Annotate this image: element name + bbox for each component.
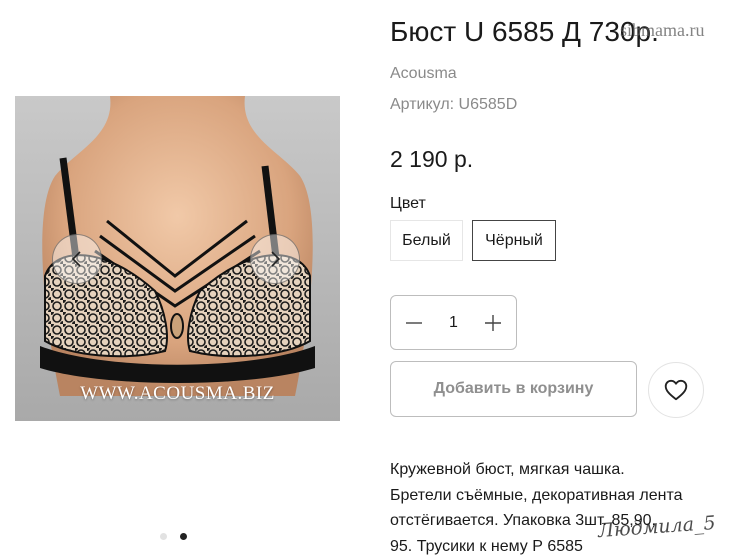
color-label: Цвет: [390, 195, 426, 212]
quantity-increase-button[interactable]: [483, 313, 503, 333]
site-watermark: sibmama.ru: [620, 20, 705, 40]
product-price: 2 190 р.: [390, 146, 474, 172]
color-option-white[interactable]: Белый: [390, 220, 463, 261]
heart-icon: [664, 379, 688, 401]
quantity-stepper: 1: [390, 295, 517, 350]
gallery-next-button[interactable]: [250, 234, 300, 284]
chevron-left-icon: [71, 251, 81, 267]
photo-watermark: WWW.ACOUSMA.BIZ: [80, 383, 275, 404]
gallery-pagination: [160, 533, 187, 540]
product-description: Кружевной бюст, мягкая чашка. Бретели съ…: [390, 457, 725, 557]
gallery-dot-2[interactable]: [180, 533, 187, 540]
product-brand: Acousma: [390, 65, 457, 82]
gallery-prev-button[interactable]: [52, 234, 102, 284]
plus-icon: [485, 314, 501, 331]
product-gallery: WWW.ACOUSMA.BIZ: [15, 96, 340, 421]
description-line: Кружевной бюст, мягкая чашка.: [390, 461, 625, 478]
product-title: Бюст U 6585 Д 730р.: [390, 16, 659, 47]
chevron-right-icon: [271, 251, 281, 267]
color-option-black[interactable]: Чёрный: [472, 220, 556, 261]
quantity-value[interactable]: 1: [449, 314, 458, 332]
product-sku: Артикул: U6585D: [390, 96, 518, 113]
add-to-cart-button[interactable]: Добавить в корзину: [390, 361, 637, 417]
gallery-dot-1[interactable]: [160, 533, 167, 540]
description-line: Бретели съёмные, декоративная лента: [390, 486, 683, 504]
minus-icon: [406, 321, 422, 324]
description-line: 95. Трусики к нему Р 6585: [390, 537, 583, 555]
quantity-decrease-button[interactable]: [404, 313, 424, 333]
favorite-button[interactable]: [648, 362, 704, 418]
